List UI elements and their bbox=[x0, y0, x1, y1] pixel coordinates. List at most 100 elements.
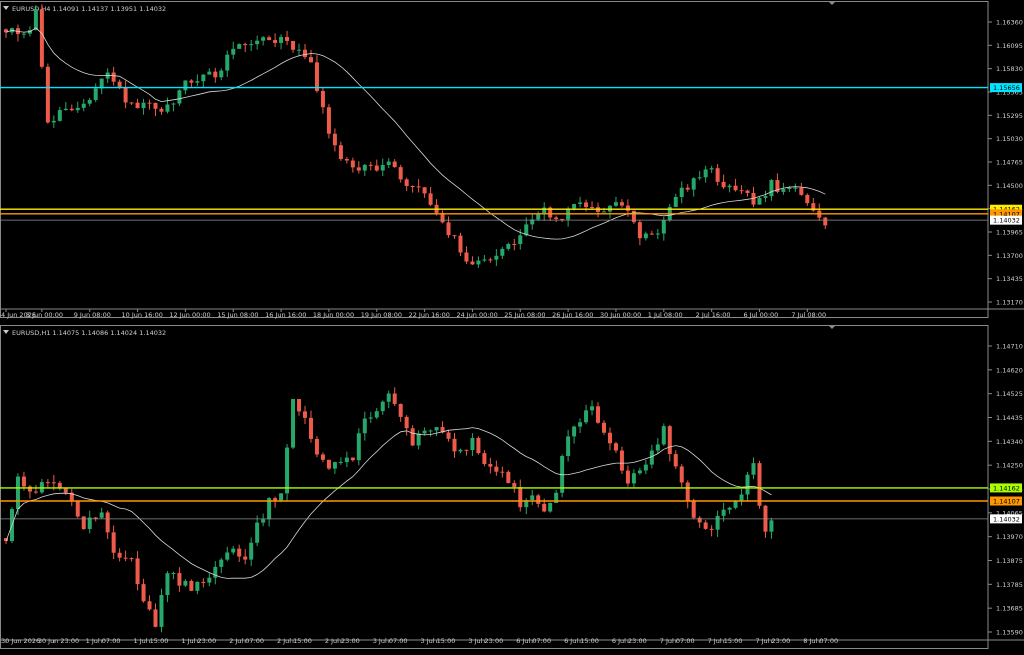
candle-bear[interactable] bbox=[332, 133, 337, 146]
chart-svg[interactable]: EURUSD,H4 1.14091 1.14137 1.13951 1.1403… bbox=[0, 0, 1024, 651]
candle-bear[interactable] bbox=[446, 432, 451, 439]
candle-bull[interactable] bbox=[362, 164, 367, 171]
candle-bull[interactable] bbox=[745, 474, 750, 495]
candle-bull[interactable] bbox=[141, 102, 146, 109]
candle-bull[interactable] bbox=[572, 426, 577, 437]
candle-bear[interactable] bbox=[344, 158, 349, 161]
candle-bear[interactable] bbox=[673, 454, 678, 467]
candle-bear[interactable] bbox=[470, 261, 475, 265]
candle-bull[interactable] bbox=[428, 430, 433, 432]
candle-bear[interactable] bbox=[273, 39, 278, 43]
candle-bull[interactable] bbox=[344, 457, 349, 463]
candle-bull[interactable] bbox=[356, 433, 361, 461]
candle-bear[interactable] bbox=[33, 491, 38, 493]
candle-bull[interactable] bbox=[470, 437, 475, 451]
candle-bull[interactable] bbox=[613, 202, 618, 206]
candle-bull[interactable] bbox=[249, 542, 254, 560]
candle-bear[interactable] bbox=[482, 453, 487, 464]
candle-bear[interactable] bbox=[51, 482, 56, 484]
candle-bull[interactable] bbox=[649, 450, 654, 465]
candle-bear[interactable] bbox=[21, 476, 26, 487]
candle-bull[interactable] bbox=[213, 566, 218, 578]
candle-bull[interactable] bbox=[87, 99, 92, 104]
candle-bear[interactable] bbox=[805, 194, 810, 204]
candle-bull[interactable] bbox=[602, 211, 606, 213]
candle-bear[interactable] bbox=[320, 90, 325, 108]
candle-bull[interactable] bbox=[219, 559, 224, 567]
candle-bear[interactable] bbox=[243, 44, 248, 46]
candle-bear[interactable] bbox=[542, 503, 547, 512]
candle-bear[interactable] bbox=[291, 40, 296, 50]
candle-bull[interactable] bbox=[386, 161, 391, 165]
candle-bull[interactable] bbox=[500, 248, 505, 256]
candle-bear[interactable] bbox=[69, 108, 74, 111]
candle-bull[interactable] bbox=[362, 418, 367, 434]
candle-bull[interactable] bbox=[691, 178, 696, 190]
candle-bull[interactable] bbox=[769, 180, 774, 197]
candle-bear[interactable] bbox=[177, 573, 182, 586]
candle-bear[interactable] bbox=[111, 532, 116, 553]
candle-bull[interactable] bbox=[697, 177, 702, 179]
candle-bear[interactable] bbox=[488, 259, 493, 261]
candle-bull[interactable] bbox=[763, 196, 768, 198]
candle-bear[interactable] bbox=[464, 449, 469, 451]
candle-bear[interactable] bbox=[823, 217, 828, 226]
candle-bear[interactable] bbox=[326, 107, 331, 134]
candle-bear[interactable] bbox=[685, 187, 690, 190]
candle-bear[interactable] bbox=[350, 457, 355, 461]
candle-bear[interactable] bbox=[189, 80, 194, 83]
candle-bull[interactable] bbox=[75, 107, 80, 111]
candle-bull[interactable] bbox=[291, 399, 296, 448]
candle-bear[interactable] bbox=[739, 190, 744, 192]
candle-bear[interactable] bbox=[117, 552, 122, 558]
candle-bull[interactable] bbox=[434, 427, 439, 431]
candle-bear[interactable] bbox=[590, 207, 595, 209]
candle-bear[interactable] bbox=[410, 428, 415, 446]
candle-bear[interactable] bbox=[500, 471, 505, 473]
candle-bull[interactable] bbox=[21, 33, 26, 35]
candle-bull[interactable] bbox=[769, 520, 774, 532]
candle-bear[interactable] bbox=[45, 66, 50, 123]
candle-bull[interactable] bbox=[536, 214, 541, 220]
candle-bull[interactable] bbox=[494, 255, 499, 260]
candle-bull[interactable] bbox=[590, 406, 595, 411]
candle-bear[interactable] bbox=[596, 406, 601, 423]
candle-bear[interactable] bbox=[488, 463, 493, 467]
candle-bear[interactable] bbox=[428, 193, 433, 205]
candle-bear[interactable] bbox=[213, 71, 218, 78]
candle-bull[interactable] bbox=[643, 233, 648, 239]
candle-bear[interactable] bbox=[667, 426, 672, 455]
candle-bear[interactable] bbox=[105, 512, 110, 533]
candle-bull[interactable] bbox=[99, 512, 104, 518]
candle-bear[interactable] bbox=[452, 235, 457, 237]
candle-bear[interactable] bbox=[512, 483, 517, 488]
candle-bull[interactable] bbox=[255, 40, 260, 45]
candle-bear[interactable] bbox=[607, 432, 612, 444]
candle-bull[interactable] bbox=[63, 108, 68, 111]
candle-bear[interactable] bbox=[404, 179, 409, 187]
candle-bull[interactable] bbox=[548, 502, 553, 512]
candle-bull[interactable] bbox=[165, 104, 170, 112]
candle-bull[interactable] bbox=[183, 580, 188, 586]
candle-bull[interactable] bbox=[57, 110, 62, 121]
candle-bull[interactable] bbox=[231, 548, 236, 553]
candle-bear[interactable] bbox=[326, 459, 331, 469]
candle-bull[interactable] bbox=[279, 493, 284, 501]
candle-bear[interactable] bbox=[721, 181, 726, 188]
candle-bear[interactable] bbox=[267, 37, 272, 40]
candle-bear[interactable] bbox=[356, 167, 361, 171]
candle-bull[interactable] bbox=[338, 462, 343, 464]
candle-bull[interactable] bbox=[207, 577, 212, 583]
candle-bear[interactable] bbox=[308, 417, 313, 439]
candle-bear[interactable] bbox=[392, 393, 397, 404]
candle-bull[interactable] bbox=[661, 220, 666, 234]
candle-bear[interactable] bbox=[452, 438, 457, 452]
candle-bull[interactable] bbox=[177, 90, 182, 104]
candle-bear[interactable] bbox=[117, 81, 122, 88]
candle-bull[interactable] bbox=[165, 573, 170, 596]
candle-bull[interactable] bbox=[578, 422, 583, 427]
candle-bull[interactable] bbox=[219, 70, 224, 78]
candle-bear[interactable] bbox=[153, 609, 158, 627]
candle-bear[interactable] bbox=[649, 233, 654, 235]
candle-bull[interactable] bbox=[422, 430, 427, 434]
